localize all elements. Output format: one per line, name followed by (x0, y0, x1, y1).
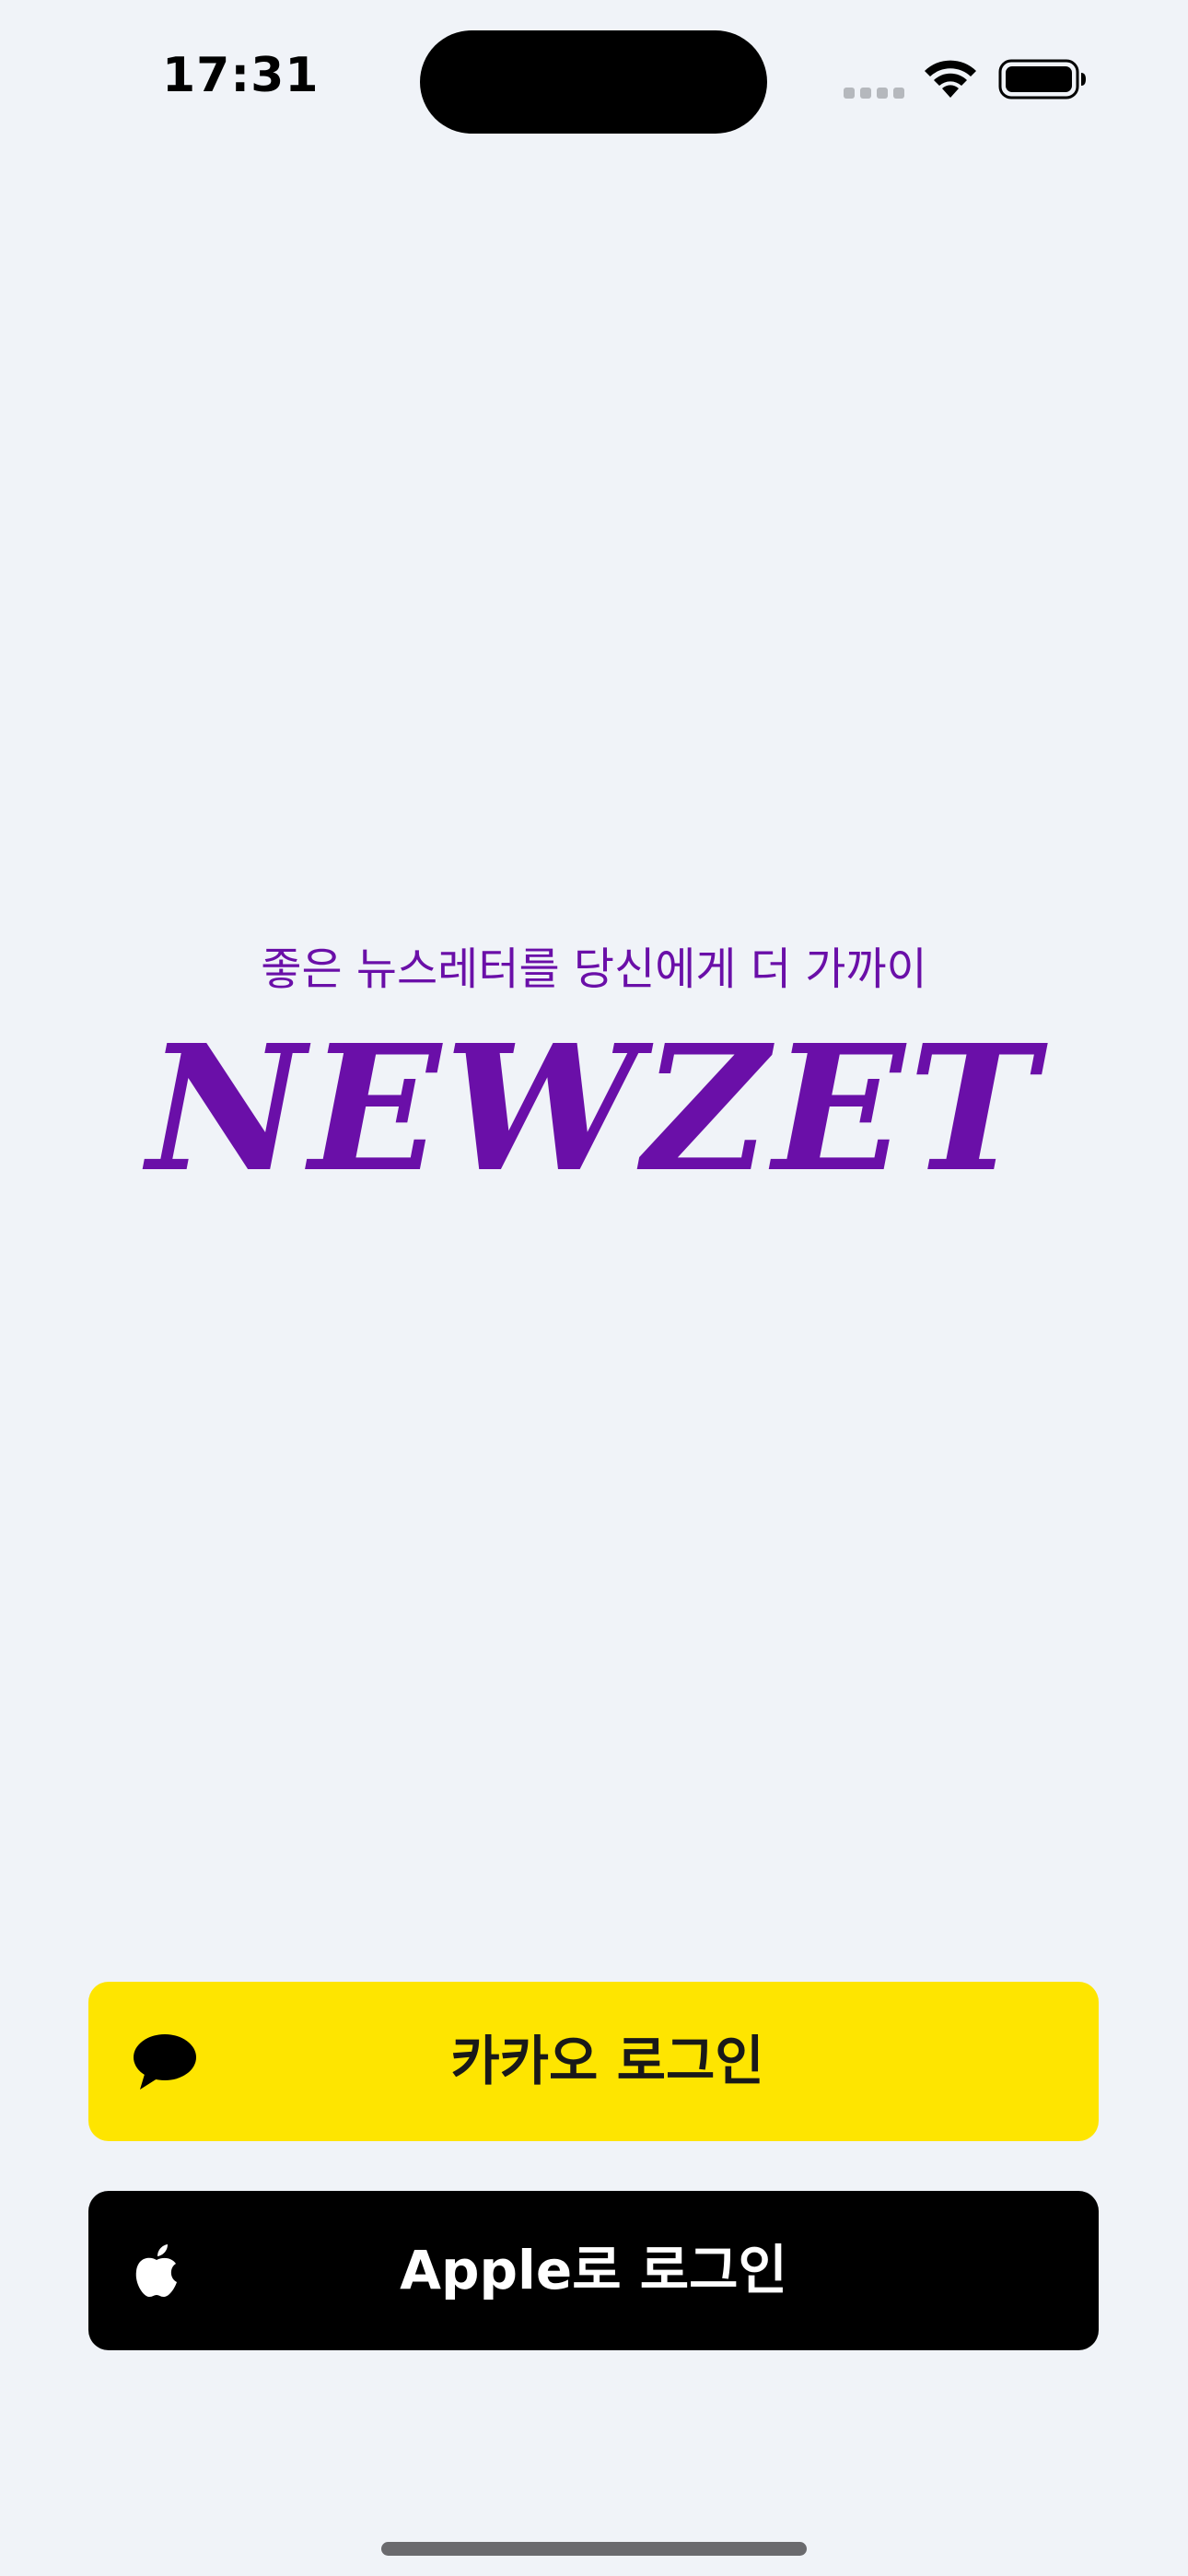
cellular-signal-icon (844, 88, 904, 99)
status-bar: 17:31 (0, 0, 1188, 157)
app-logo: NEWZET (146, 1007, 1042, 1211)
status-time: 17:31 (162, 48, 320, 103)
apple-login-button[interactable]: Apple로 로그인 (88, 2191, 1099, 2350)
home-indicator[interactable] (381, 2542, 807, 2556)
kakao-login-button[interactable]: 카카오 로그인 (88, 1982, 1099, 2141)
battery-icon (998, 59, 1086, 100)
tagline: 좋은 뉴스레터를 당신에게 더 가까이 (261, 943, 927, 995)
dynamic-island (420, 30, 767, 134)
apple-login-label: Apple로 로그인 (400, 2239, 787, 2301)
kakao-login-label: 카카오 로그인 (450, 2030, 764, 2092)
wifi-icon (925, 60, 976, 98)
